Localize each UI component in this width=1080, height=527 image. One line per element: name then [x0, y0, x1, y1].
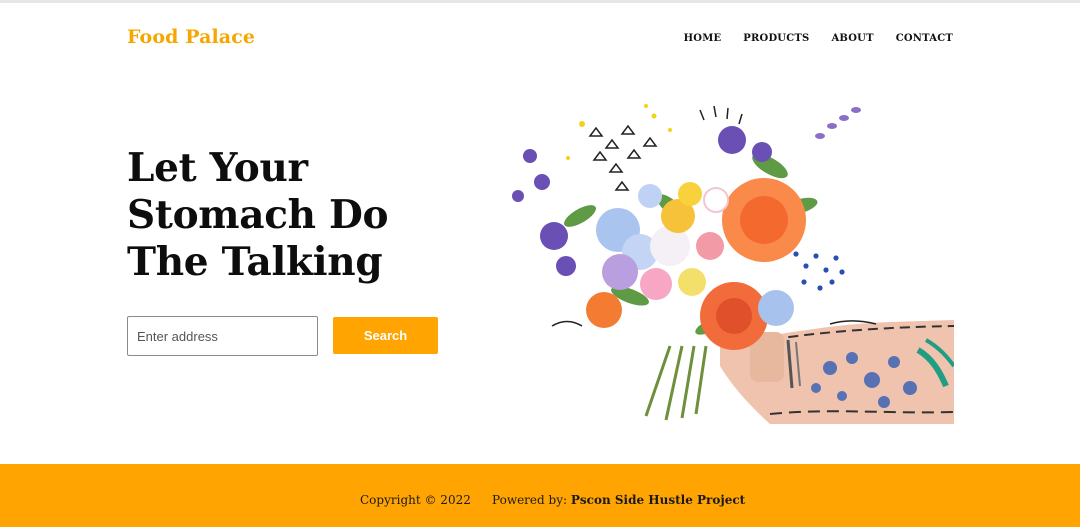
footer-powered-prefix: Powered by:: [492, 493, 568, 507]
search-button[interactable]: Search: [333, 317, 438, 354]
top-border: [0, 0, 1080, 3]
nav-item-contact[interactable]: CONTACT: [896, 33, 953, 44]
nav-item-home[interactable]: HOME: [684, 33, 722, 44]
hero-image: [470, 96, 954, 424]
footer-powered-name[interactable]: Pscon Side Hustle Project: [571, 493, 745, 507]
hero-title: Let Your Stomach Do The Talking: [127, 145, 389, 285]
nav-item-about[interactable]: ABOUT: [831, 33, 873, 44]
main-nav: HOME PRODUCTS ABOUT CONTACT: [684, 33, 953, 44]
footer-powered-by: Powered by: Pscon Side Hustle Project: [492, 493, 745, 507]
site-footer: Copyright © 2022 Powered by: Pscon Side …: [0, 464, 1080, 527]
brand-logo[interactable]: Food Palace: [127, 26, 255, 48]
footer-copyright: Copyright © 2022: [360, 493, 471, 507]
address-input[interactable]: [127, 316, 318, 356]
nav-item-products[interactable]: PRODUCTS: [743, 33, 809, 44]
